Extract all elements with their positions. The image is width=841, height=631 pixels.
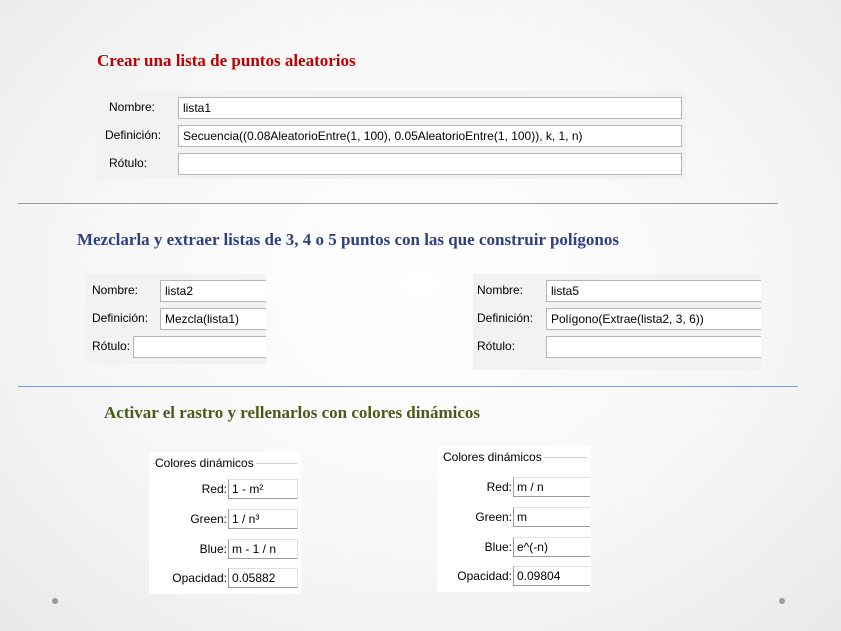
- definicion-input[interactable]: Mezcla(lista1): [160, 308, 266, 330]
- blue-input[interactable]: m - 1 / n: [228, 539, 298, 559]
- heading-trace-colors: Activar el rastro y rellenarlos con colo…: [104, 403, 480, 422]
- opacidad-row: Opacidad: 0.09804: [437, 566, 591, 586]
- definicion-label: Definición:: [477, 311, 534, 325]
- properties-panel-lista5: Nombre: lista5 Definición: Polígono(Extr…: [473, 274, 761, 370]
- rotulo-row: Rótulo:: [96, 153, 686, 175]
- red-label: Red:: [201, 482, 227, 496]
- definicion-input[interactable]: Secuencia((0.08AleatorioEntre(1, 100), 0…: [178, 125, 682, 147]
- green-row: Green: m: [437, 507, 591, 527]
- dynamic-colors-legend: Colores dinámicos: [443, 450, 544, 464]
- blue-label: Blue:: [484, 540, 512, 554]
- green-label: Green:: [475, 510, 512, 524]
- blue-input[interactable]: e^(-n): [513, 537, 590, 557]
- opacidad-label: Opacidad:: [172, 571, 227, 585]
- red-input[interactable]: m / n: [513, 477, 590, 497]
- green-input[interactable]: m: [513, 507, 590, 527]
- slide-dot-right: [779, 598, 785, 604]
- definicion-input[interactable]: Polígono(Extrae(lista2, 3, 6)): [546, 308, 761, 330]
- properties-panel-lista1: Nombre: lista1 Definición: Secuencia((0.…: [96, 91, 686, 179]
- dynamic-colors-panel-2: Colores dinámicos Red: m / n Green: m Bl…: [437, 446, 591, 592]
- definicion-label: Definición:: [105, 128, 162, 142]
- rotulo-row: Rótulo:: [473, 336, 761, 358]
- rotulo-label: Rótulo:: [92, 339, 131, 353]
- opacidad-input[interactable]: 0.05882: [228, 568, 298, 588]
- definicion-row: Definición: Secuencia((0.08AleatorioEntr…: [96, 125, 686, 147]
- nombre-input[interactable]: lista1: [178, 97, 682, 119]
- blue-row: Blue: e^(-n): [437, 537, 591, 557]
- dynamic-colors-panel-1: Colores dinámicos Red: 1 - m² Green: 1 /…: [149, 452, 301, 594]
- rotulo-label: Rótulo:: [477, 339, 516, 353]
- nombre-label: Nombre:: [92, 283, 139, 297]
- nombre-row: Nombre: lista2: [86, 280, 266, 302]
- green-label: Green:: [190, 512, 227, 526]
- nombre-label: Nombre:: [477, 283, 524, 297]
- heading-shuffle-extract: Mezclarla y extraer listas de 3, 4 o 5 p…: [77, 230, 619, 249]
- rotulo-input[interactable]: [546, 336, 761, 358]
- rotulo-input[interactable]: [133, 336, 266, 358]
- slide-dot-left: [52, 598, 58, 604]
- heading-random-points: Crear una lista de puntos aleatorios: [97, 51, 356, 70]
- green-input[interactable]: 1 / n³: [228, 509, 298, 529]
- opacidad-label: Opacidad:: [457, 569, 512, 583]
- nombre-input[interactable]: lista5: [546, 280, 761, 302]
- dynamic-colors-legend: Colores dinámicos: [155, 456, 256, 470]
- definicion-row: Definición: Polígono(Extrae(lista2, 3, 6…: [473, 308, 761, 330]
- rotulo-label: Rótulo:: [109, 156, 148, 170]
- divider-2: [18, 386, 798, 387]
- rotulo-input[interactable]: [178, 153, 682, 175]
- red-row: Red: m / n: [437, 477, 591, 497]
- opacidad-row: Opacidad: 0.05882: [149, 568, 301, 588]
- blue-row: Blue: m - 1 / n: [149, 539, 301, 559]
- rotulo-row: Rótulo:: [86, 336, 266, 358]
- properties-panel-lista2: Nombre: lista2 Definición: Mezcla(lista1…: [86, 274, 266, 364]
- nombre-row: Nombre: lista5: [473, 280, 761, 302]
- red-label: Red:: [486, 480, 512, 494]
- definicion-row: Definición: Mezcla(lista1): [86, 308, 266, 330]
- red-row: Red: 1 - m²: [149, 479, 301, 499]
- divider-1: [18, 203, 778, 204]
- nombre-label: Nombre:: [109, 100, 156, 114]
- definicion-label: Definición:: [92, 311, 149, 325]
- nombre-row: Nombre: lista1: [96, 97, 686, 119]
- red-input[interactable]: 1 - m²: [228, 479, 298, 499]
- blue-label: Blue:: [199, 542, 227, 556]
- green-row: Green: 1 / n³: [149, 509, 301, 529]
- opacidad-input[interactable]: 0.09804: [513, 566, 590, 586]
- nombre-input[interactable]: lista2: [160, 280, 266, 302]
